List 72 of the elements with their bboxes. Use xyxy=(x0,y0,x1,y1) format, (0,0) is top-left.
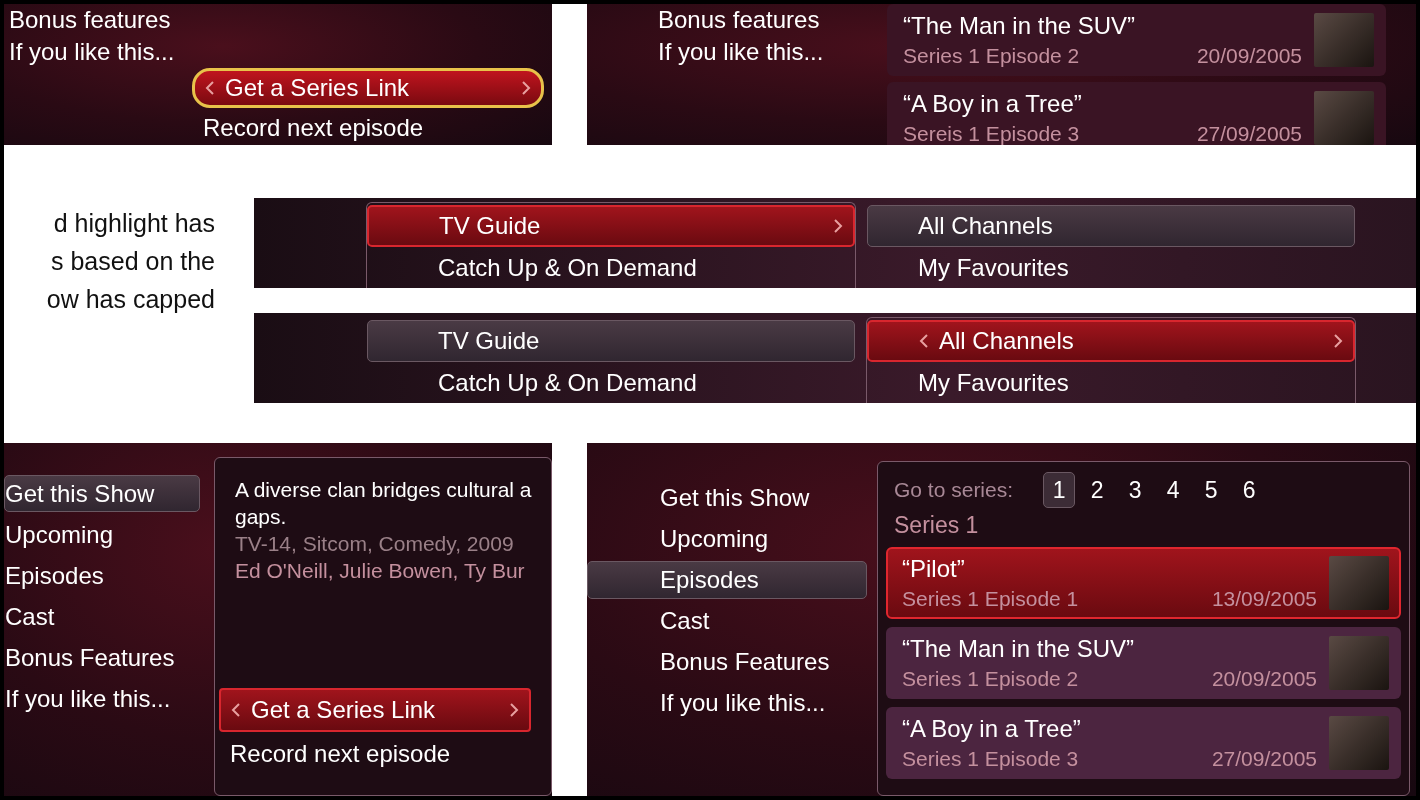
chevron-right-icon xyxy=(521,81,531,95)
episode-title: “A Boy in a Tree” xyxy=(903,90,1083,118)
menu-item[interactable]: Bonus Features xyxy=(4,639,200,676)
air-date: 20/09/2005 xyxy=(1196,44,1302,68)
air-date: 27/09/2005 xyxy=(1211,747,1317,771)
episode-title: “The Man in the SUV” xyxy=(902,635,1136,663)
air-date: 27/09/2005 xyxy=(1196,122,1302,145)
episode-card[interactable]: “Pilot” Series 1 Episode 1 13/09/2005 xyxy=(886,547,1401,619)
photo-placeholder xyxy=(1329,636,1389,690)
episode-title: “Pilot” xyxy=(902,555,966,583)
episode-number: Series 1 Episode 2 xyxy=(903,44,1080,68)
menu-item[interactable]: Record next episode xyxy=(219,732,531,776)
episode-title: “The Man in the SUV” xyxy=(903,12,1137,40)
photo-placeholder xyxy=(1329,716,1389,770)
menu-item[interactable]: If you like this... xyxy=(647,36,887,68)
series-tab[interactable]: 6 xyxy=(1233,472,1266,508)
menu-item[interactable]: Upcoming xyxy=(587,520,867,558)
air-date: 13/09/2005 xyxy=(1211,587,1317,611)
menu-item[interactable]: All Channels xyxy=(867,205,1355,247)
menu-item[interactable]: If you like this... xyxy=(4,36,364,68)
menu-item[interactable]: My Favourites xyxy=(867,362,1355,403)
episode-number: Series 1 Episode 3 xyxy=(902,747,1079,771)
chevron-left-icon xyxy=(919,334,929,348)
menu-item[interactable]: Catch Up & On Demand xyxy=(367,247,855,288)
photo-placeholder xyxy=(1329,556,1389,610)
menu-item[interactable]: Get this Show xyxy=(4,475,200,512)
menu-item[interactable]: Upcoming xyxy=(4,516,200,553)
menu-item[interactable]: All Channels xyxy=(867,320,1355,362)
menu-item[interactable]: Record next episode xyxy=(192,108,544,145)
body-text: d highlight has s based on the ow has capped xyxy=(45,208,215,315)
menu-item[interactable]: Catch Up & On Demand xyxy=(367,362,855,403)
menu-item[interactable]: Get this Show xyxy=(587,479,867,517)
menu-item[interactable]: Bonus Features xyxy=(587,643,867,681)
menu-item[interactable]: If you like this... xyxy=(4,680,200,717)
menu-item[interactable]: Cast xyxy=(587,602,867,640)
episode-number: Series 1 Episode 1 xyxy=(902,587,1079,611)
air-date: 20/09/2005 xyxy=(1211,667,1317,691)
genre-text: TV-14, Sitcom, Comedy, 2009 xyxy=(235,531,515,557)
chevron-right-icon xyxy=(509,703,519,717)
episode-card[interactable]: “A Boy in a Tree” Series 1 Episode 3 27/09/2005 xyxy=(886,707,1401,779)
series-tab[interactable]: 4 xyxy=(1157,472,1190,508)
menu-item[interactable]: My Favourites xyxy=(867,247,1355,288)
menu-item[interactable]: TV Guide xyxy=(367,205,855,247)
menu-item[interactable]: Episodes xyxy=(587,561,867,599)
synopsis-text: A diverse clan bridges cultural a gaps. xyxy=(235,477,533,530)
photo-placeholder xyxy=(1314,13,1374,67)
series-tab[interactable]: 1 xyxy=(1043,472,1076,508)
menu-item[interactable]: TV Guide xyxy=(367,320,855,362)
menu-item[interactable]: Get a Series Link xyxy=(192,68,544,108)
menu-item[interactable]: Bonus features xyxy=(4,4,364,36)
episode-number: Sereis 1 Episode 3 xyxy=(903,122,1080,145)
series-tab[interactable]: 5 xyxy=(1195,472,1228,508)
menu-item[interactable]: Get a Series Link xyxy=(219,688,531,732)
chevron-left-icon xyxy=(231,703,241,717)
menu-item[interactable]: Bonus features xyxy=(647,4,887,36)
series-label: Go to series: xyxy=(894,478,1014,502)
episode-card[interactable]: “The Man in the SUV” Series 1 Episode 2 20/09/2005 xyxy=(887,4,1386,76)
episode-card[interactable]: “A Boy in a Tree” Sereis 1 Episode 3 27/09/2005 xyxy=(887,82,1386,145)
series-heading: Series 1 xyxy=(893,512,980,539)
series-tab[interactable]: 3 xyxy=(1119,472,1152,508)
menu-item[interactable]: Cast xyxy=(4,598,200,635)
menu-item[interactable]: If you like this... xyxy=(587,684,867,722)
photo-placeholder xyxy=(1314,91,1374,145)
chevron-right-icon xyxy=(1333,334,1343,348)
episode-number: Series 1 Episode 2 xyxy=(902,667,1079,691)
chevron-left-icon xyxy=(205,81,215,95)
cast-text: Ed O'Neill, Julie Bowen, Ty Bur xyxy=(235,558,526,584)
menu-item[interactable]: Episodes xyxy=(4,557,200,594)
episode-card[interactable]: “The Man in the SUV” Series 1 Episode 2 20/09/2005 xyxy=(886,627,1401,699)
chevron-right-icon xyxy=(833,219,843,233)
episode-title: “A Boy in a Tree” xyxy=(902,715,1082,743)
series-tab[interactable]: 2 xyxy=(1081,472,1114,508)
